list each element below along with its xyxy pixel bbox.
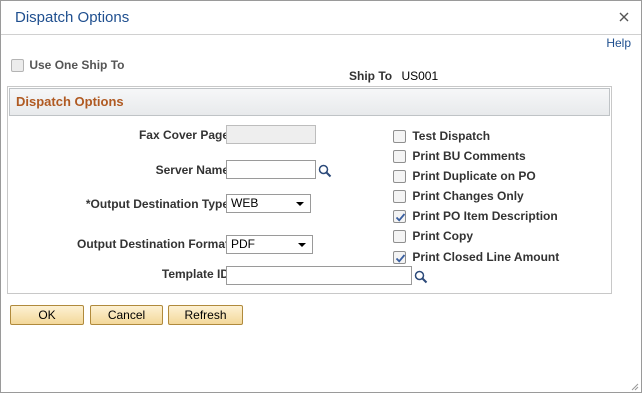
print-closed-line-amount-label: Print Closed Line Amount — [412, 250, 560, 264]
use-one-ship-to-row: Use One Ship To — [11, 58, 125, 73]
output-destination-format-label: Output Destination Format — [77, 237, 229, 251]
checkbox-print-copy[interactable]: Print Copy — [393, 229, 474, 244]
print-po-item-description-checkbox[interactable] — [393, 210, 406, 224]
ship-to-value: US001 — [401, 69, 439, 83]
print-bu-comments-label: Print BU Comments — [412, 149, 526, 163]
dispatch-options-panel: Dispatch Options Fax Cover Page Server N… — [7, 86, 612, 294]
resize-grip-icon[interactable] — [629, 380, 639, 391]
print-duplicate-on-po-checkbox[interactable] — [393, 170, 406, 184]
panel-header: Dispatch Options — [9, 88, 610, 116]
print-changes-only-checkbox[interactable] — [393, 190, 406, 204]
refresh-button[interactable]: Refresh — [168, 305, 243, 325]
fax-cover-page-input — [226, 125, 316, 144]
checkmark-icon — [395, 254, 406, 263]
print-copy-checkbox[interactable] — [393, 230, 406, 244]
use-one-ship-to-checkbox[interactable] — [11, 59, 24, 73]
dispatch-options-dialog: Dispatch Options Help Use One Ship To Sh… — [0, 0, 642, 393]
print-copy-label: Print Copy — [412, 229, 474, 243]
cancel-button[interactable]: Cancel — [90, 305, 163, 325]
checkbox-test-dispatch[interactable]: Test Dispatch — [393, 129, 491, 144]
checkbox-print-changes-only[interactable]: Print Changes Only — [393, 189, 524, 204]
print-changes-only-label: Print Changes Only — [412, 189, 524, 203]
test-dispatch-label: Test Dispatch — [412, 129, 491, 143]
help-link[interactable]: Help — [606, 36, 631, 50]
server-name-label: Server Name — [155, 163, 229, 177]
output-destination-format-select[interactable]: PDF — [226, 235, 313, 254]
ship-to-label: Ship To — [349, 69, 393, 83]
chevron-down-icon — [296, 202, 304, 206]
output-destination-type-label: *Output Destination Type — [85, 197, 229, 211]
checkbox-print-duplicate-on-po[interactable]: Print Duplicate on PO — [393, 169, 536, 184]
fax-cover-page-label: Fax Cover Page — [138, 128, 229, 142]
checkbox-print-bu-comments[interactable]: Print BU Comments — [393, 149, 526, 164]
print-po-item-description-label: Print PO Item Description — [412, 209, 558, 223]
ship-to-row: Ship To US001 — [349, 69, 438, 83]
close-icon[interactable] — [618, 11, 630, 23]
server-name-lookup-icon[interactable] — [318, 164, 332, 178]
template-id-label: Template ID — [161, 267, 229, 281]
dialog-title: Dispatch Options — [15, 9, 130, 26]
checkbox-print-po-item-description[interactable]: Print PO Item Description — [393, 209, 558, 224]
print-duplicate-on-po-label: Print Duplicate on PO — [412, 169, 536, 183]
use-one-ship-to-label: Use One Ship To — [29, 58, 125, 72]
test-dispatch-checkbox[interactable] — [393, 130, 406, 144]
template-id-input[interactable] — [226, 266, 412, 285]
dialog-titlebar: Dispatch Options — [1, 1, 641, 35]
chevron-down-icon — [298, 243, 306, 247]
panel-title: Dispatch Options — [16, 94, 124, 109]
ok-button[interactable]: OK — [10, 305, 84, 325]
output-destination-format-value: PDF — [231, 237, 255, 251]
checkmark-icon — [395, 213, 406, 222]
print-closed-line-amount-checkbox[interactable] — [393, 251, 406, 265]
checkbox-print-closed-line-amount[interactable]: Print Closed Line Amount — [393, 250, 560, 265]
output-destination-type-value: WEB — [231, 196, 259, 210]
template-id-lookup-icon[interactable] — [414, 270, 428, 284]
print-bu-comments-checkbox[interactable] — [393, 150, 406, 164]
server-name-input[interactable] — [226, 160, 316, 179]
output-destination-type-select[interactable]: WEB — [226, 194, 311, 213]
